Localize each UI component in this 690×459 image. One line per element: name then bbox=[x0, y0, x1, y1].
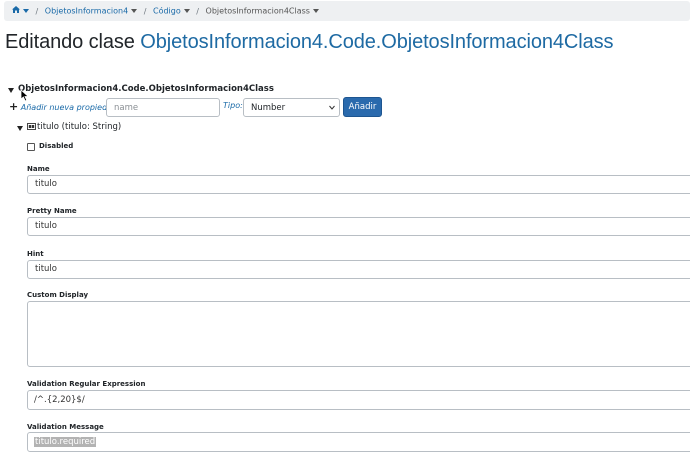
breadcrumb-item-code[interactable]: Código bbox=[153, 7, 181, 16]
page-title-prefix: Editando clase bbox=[5, 31, 135, 53]
chevron-down-icon[interactable] bbox=[183, 9, 190, 13]
breadcrumb-separator: / bbox=[143, 6, 147, 16]
disabled-checkbox[interactable] bbox=[27, 143, 35, 151]
property-node-label[interactable]: titulo (titulo: String) bbox=[37, 122, 121, 132]
home-icon[interactable] bbox=[12, 1, 20, 21]
expand-toggle-icon[interactable] bbox=[17, 126, 23, 131]
add-property-link[interactable]: Añadir nueva propiedad bbox=[21, 103, 117, 112]
page-title-class: ObjetosInformacion4.Code.ObjetosInformac… bbox=[140, 31, 614, 53]
expand-toggle-icon[interactable] bbox=[8, 88, 14, 93]
breadcrumb-separator: / bbox=[196, 6, 199, 16]
validation-regex-label: Validation Regular Expression bbox=[27, 380, 146, 388]
validation-regex-input[interactable]: /^.{2,20}$/ bbox=[27, 390, 690, 410]
validation-message-input[interactable]: titulo.required bbox=[27, 432, 690, 452]
text-field-icon bbox=[27, 123, 36, 130]
page-title: Editando clase ObjetosInformacion4.Code.… bbox=[5, 31, 614, 54]
validation-message-label: Validation Message bbox=[27, 423, 104, 431]
breadcrumb-separator: / bbox=[35, 6, 39, 16]
pretty-name-input[interactable]: titulo bbox=[27, 217, 690, 236]
name-label: Name bbox=[27, 165, 50, 173]
name-input[interactable]: titulo bbox=[27, 175, 690, 194]
plus-icon[interactable]: + bbox=[9, 100, 18, 113]
chevron-down-icon bbox=[329, 105, 335, 110]
breadcrumb: / ObjetosInformacion4 / Código / Objetos… bbox=[4, 1, 690, 21]
property-name-input[interactable]: name bbox=[106, 98, 220, 117]
add-property-row: + Añadir nueva propiedad bbox=[9, 99, 117, 116]
chevron-down-icon[interactable] bbox=[131, 9, 138, 13]
tree-root-label[interactable]: ObjetosInformacion4.Code.ObjetosInformac… bbox=[18, 84, 274, 94]
hint-label: Hint bbox=[27, 250, 44, 258]
custom-display-label: Custom Display bbox=[27, 291, 89, 299]
validation-message-selected-text: titulo.required bbox=[34, 437, 97, 447]
custom-display-textarea[interactable] bbox=[27, 301, 690, 367]
breadcrumb-item-project[interactable]: ObjetosInformacion4 bbox=[45, 7, 128, 16]
breadcrumb-item-class: ObjetosInformacion4Class bbox=[205, 6, 310, 16]
type-label: Tipo: bbox=[223, 101, 243, 110]
type-select[interactable]: Number bbox=[243, 98, 340, 117]
property-name-placeholder: name bbox=[114, 103, 139, 113]
type-select-value: Number bbox=[251, 103, 286, 113]
chevron-down-icon[interactable] bbox=[312, 9, 319, 13]
disabled-label: Disabled bbox=[39, 142, 74, 150]
pretty-name-label: Pretty Name bbox=[27, 207, 77, 215]
add-property-button[interactable]: Añadir bbox=[343, 97, 382, 117]
chevron-down-icon[interactable] bbox=[23, 9, 29, 13]
hint-input[interactable]: titulo bbox=[27, 260, 690, 279]
